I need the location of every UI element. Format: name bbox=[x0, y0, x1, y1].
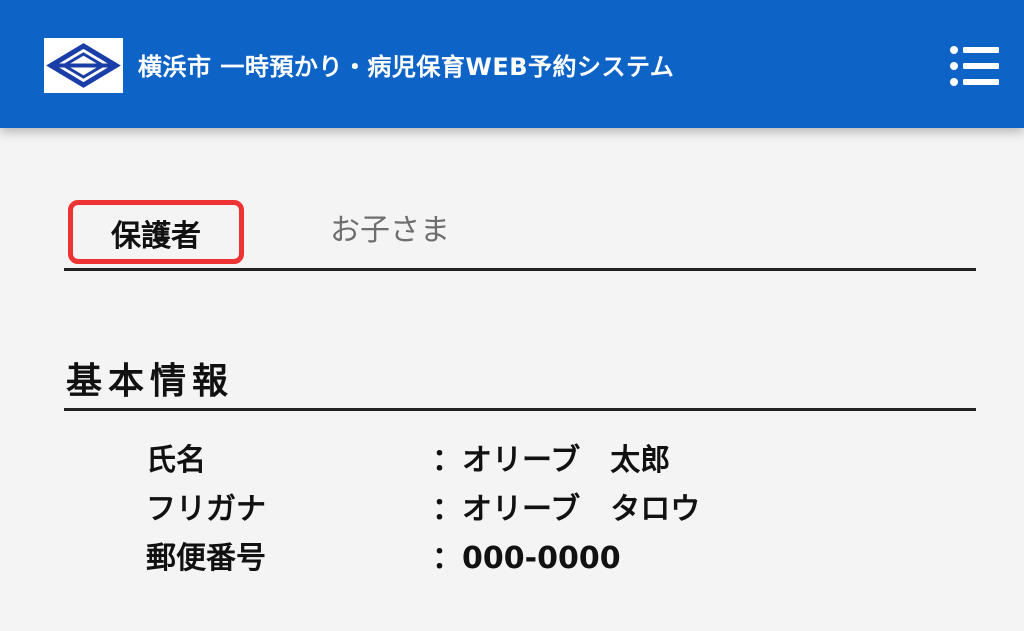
info-value: ：000-0000 bbox=[432, 541, 621, 576]
info-label: 郵便番号 bbox=[146, 541, 266, 576]
info-row-postal-code: 郵便番号 ：000-0000 bbox=[0, 534, 1024, 584]
menu-button[interactable] bbox=[948, 42, 1002, 90]
info-row-name: 氏名 ：オリーブ 太郎 bbox=[0, 436, 1024, 486]
app-title: 横浜市 一時預かり・病児保育WEB予約システム bbox=[138, 53, 675, 81]
info-value: ：オリーブ タロウ bbox=[432, 492, 701, 527]
section-divider bbox=[64, 408, 976, 411]
section-title: 基本情報 bbox=[66, 361, 235, 402]
info-value: ：オリーブ 太郎 bbox=[432, 443, 671, 478]
info-label: 氏名 bbox=[146, 443, 206, 478]
tab-guardian[interactable]: 保護者 bbox=[68, 200, 244, 264]
info-label: フリガナ bbox=[146, 492, 266, 527]
app-header: 横浜市 一時預かり・病児保育WEB予約システム bbox=[0, 0, 1024, 128]
list-menu-icon bbox=[950, 46, 999, 86]
yokohama-emblem-icon[interactable] bbox=[44, 38, 123, 93]
info-row-furigana: フリガナ ：オリーブ タロウ bbox=[0, 485, 1024, 535]
tab-child[interactable]: お子さま bbox=[290, 196, 490, 266]
tab-bar: 保護者 お子さま bbox=[64, 196, 976, 271]
